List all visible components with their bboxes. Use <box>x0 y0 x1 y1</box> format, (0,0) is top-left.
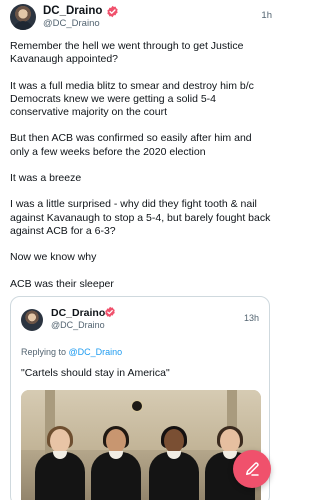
quoted-text: "Cartels should stay in America" <box>21 367 170 379</box>
post-body: Remember the hell we went through to get… <box>10 40 272 304</box>
author-handle[interactable]: @DC_Draino <box>43 18 100 30</box>
post-paragraph: I was a little surprised - why did they … <box>10 198 274 237</box>
author-name[interactable]: DC_Draino <box>43 5 102 18</box>
post-paragraph: It was a breeze <box>10 171 82 184</box>
quoted-avatar[interactable] <box>21 309 43 331</box>
quoted-author-name[interactable]: DC_Draino <box>51 307 105 319</box>
post-header: DC_Draino @DC_Draino 1h <box>10 4 272 30</box>
photo-person <box>91 426 141 500</box>
post-paragraph: ACB was their sleeper <box>10 277 114 290</box>
photo-person <box>35 426 85 500</box>
post: DC_Draino @DC_Draino 1h Remember the hel… <box>0 0 280 500</box>
replying-prefix: Replying to <box>21 347 69 357</box>
post-paragraph: Now we know why <box>10 251 97 264</box>
quoted-author-handle[interactable]: @DC_Draino <box>51 320 105 330</box>
quoted-post[interactable]: DC_Draino @DC_Draino 13h Replying to @DC… <box>10 296 270 500</box>
quoted-post-time[interactable]: 13h <box>244 313 259 323</box>
clock-icon <box>131 400 143 412</box>
verified-badge-icon <box>107 5 118 18</box>
post-paragraph: It was a full media blitz to smear and d… <box>10 79 257 118</box>
post-time[interactable]: 1h <box>261 10 272 21</box>
avatar[interactable] <box>10 4 36 30</box>
photo-person <box>149 426 199 500</box>
compose-button[interactable] <box>233 450 271 488</box>
replying-to-link[interactable]: @DC_Draino <box>69 347 123 357</box>
post-paragraph: Remember the hell we went through to get… <box>10 40 247 66</box>
verified-badge-icon <box>105 306 115 318</box>
quoted-photo[interactable] <box>21 390 261 500</box>
compose-pen-icon <box>246 462 259 476</box>
replying-to: Replying to @DC_Draino <box>21 347 122 357</box>
post-paragraph: But then ACB was confirmed so easily aft… <box>10 132 255 158</box>
